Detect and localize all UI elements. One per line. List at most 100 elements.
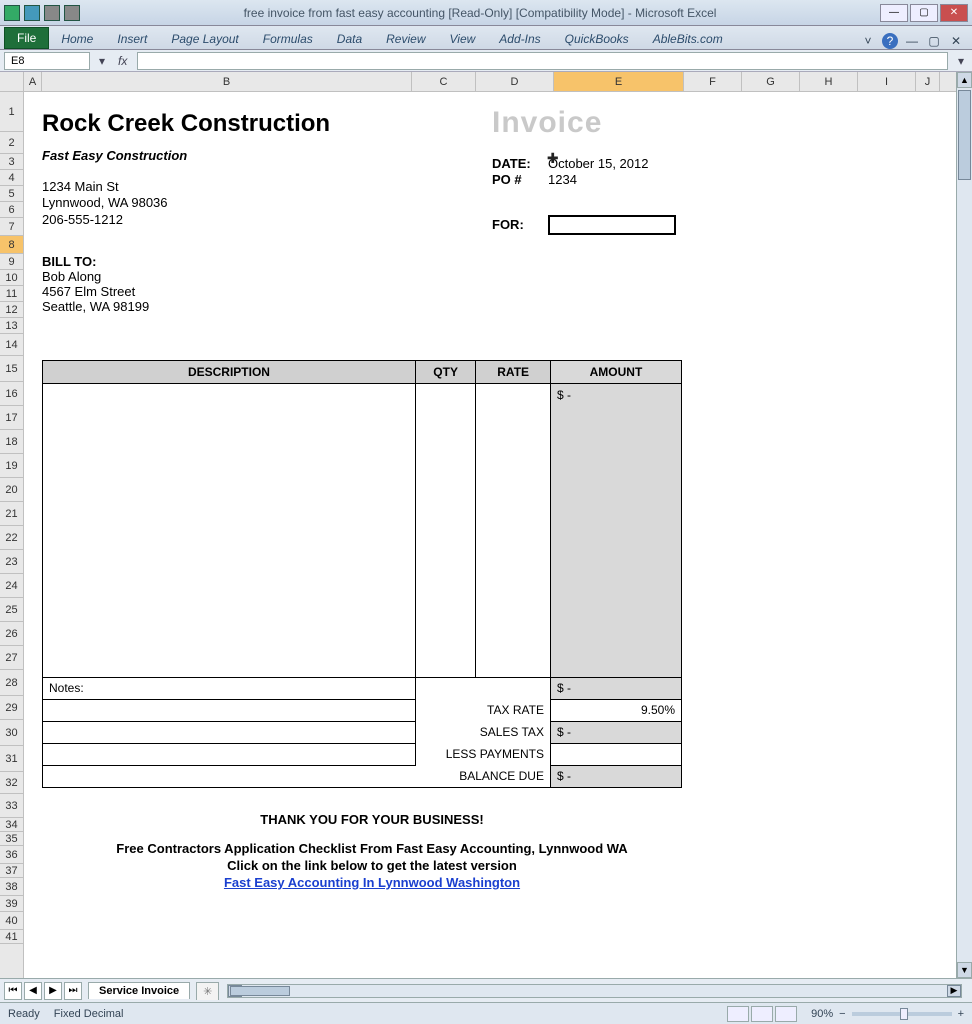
- col-header[interactable]: C: [412, 72, 476, 91]
- fx-icon[interactable]: fx: [114, 54, 131, 68]
- row-header[interactable]: 4: [0, 170, 23, 186]
- selected-cell[interactable]: [548, 215, 676, 235]
- col-header[interactable]: B: [42, 72, 412, 91]
- minimize-button[interactable]: —: [880, 4, 908, 22]
- scroll-down-icon[interactable]: ▼: [957, 962, 972, 978]
- col-header[interactable]: G: [742, 72, 800, 91]
- zoom-slider[interactable]: [852, 1012, 952, 1016]
- vertical-scrollbar[interactable]: ▲ ▼: [956, 72, 972, 978]
- row-header[interactable]: 1: [0, 92, 23, 132]
- row-header[interactable]: 41: [0, 930, 23, 944]
- row-header[interactable]: 7: [0, 218, 23, 236]
- row-header[interactable]: 24: [0, 574, 23, 598]
- tab-formulas[interactable]: Formulas: [251, 29, 325, 49]
- name-box[interactable]: E8: [4, 52, 90, 70]
- row-header[interactable]: 31: [0, 746, 23, 772]
- scroll-up-icon[interactable]: ▲: [957, 72, 972, 88]
- row-header[interactable]: 19: [0, 454, 23, 478]
- tab-review[interactable]: Review: [374, 29, 437, 49]
- row-header[interactable]: 34: [0, 818, 23, 832]
- workbook-minimize-icon[interactable]: —: [904, 33, 920, 49]
- maximize-button[interactable]: ▢: [910, 4, 938, 22]
- col-header[interactable]: E: [554, 72, 684, 91]
- tab-nav-prev-icon[interactable]: ◀: [24, 982, 42, 1000]
- row-header[interactable]: 35: [0, 832, 23, 846]
- row-header[interactable]: 29: [0, 696, 23, 720]
- zoom-out-icon[interactable]: −: [839, 1008, 845, 1020]
- save-icon[interactable]: [24, 5, 40, 21]
- tab-nav-last-icon[interactable]: ⏭: [64, 982, 82, 1000]
- col-header[interactable]: F: [684, 72, 742, 91]
- row-header[interactable]: 18: [0, 430, 23, 454]
- redo-icon[interactable]: [64, 5, 80, 21]
- undo-icon[interactable]: [44, 5, 60, 21]
- row-header[interactable]: 16: [0, 382, 23, 406]
- col-header[interactable]: H: [800, 72, 858, 91]
- row-header[interactable]: 11: [0, 286, 23, 302]
- row-header[interactable]: 2: [0, 132, 23, 154]
- tab-page-layout[interactable]: Page Layout: [159, 29, 250, 49]
- view-normal-icon[interactable]: [727, 1006, 749, 1022]
- row-header[interactable]: 36: [0, 846, 23, 864]
- name-box-dropdown-icon[interactable]: ▾: [96, 54, 108, 68]
- help-icon[interactable]: ?: [882, 33, 898, 49]
- col-header[interactable]: A: [24, 72, 42, 91]
- view-page-layout-icon[interactable]: [751, 1006, 773, 1022]
- tab-home[interactable]: Home: [49, 29, 105, 49]
- tab-nav-first-icon[interactable]: ⏮: [4, 982, 22, 1000]
- tab-quickbooks[interactable]: QuickBooks: [553, 29, 641, 49]
- formula-input[interactable]: [137, 52, 948, 70]
- workbook-close-icon[interactable]: ✕: [948, 33, 964, 49]
- col-header[interactable]: I: [858, 72, 916, 91]
- row-header[interactable]: 17: [0, 406, 23, 430]
- row-header[interactable]: 25: [0, 598, 23, 622]
- row-header[interactable]: 39: [0, 896, 23, 912]
- zoom-knob[interactable]: [900, 1008, 908, 1020]
- tab-data[interactable]: Data: [325, 29, 374, 49]
- tab-view[interactable]: View: [438, 29, 488, 49]
- row-header[interactable]: 27: [0, 646, 23, 670]
- tab-add-ins[interactable]: Add-Ins: [487, 29, 552, 49]
- workbook-restore-icon[interactable]: ▢: [926, 33, 942, 49]
- hscroll-thumb[interactable]: [230, 986, 290, 996]
- sheet-tab-active[interactable]: Service Invoice: [88, 982, 190, 999]
- row-header[interactable]: 30: [0, 720, 23, 746]
- tab-ablebits[interactable]: AbleBits.com: [641, 29, 735, 49]
- formula-bar-expand-icon[interactable]: ▾: [954, 54, 968, 68]
- row-header[interactable]: 20: [0, 478, 23, 502]
- row-header[interactable]: 15: [0, 356, 23, 382]
- row-header[interactable]: 13: [0, 318, 23, 334]
- hscroll-right-icon[interactable]: ▶: [947, 985, 961, 997]
- row-header[interactable]: 6: [0, 202, 23, 218]
- select-all-corner[interactable]: [0, 72, 23, 92]
- row-header[interactable]: 37: [0, 864, 23, 878]
- row-header[interactable]: 32: [0, 772, 23, 794]
- row-header[interactable]: 10: [0, 270, 23, 286]
- row-header[interactable]: 14: [0, 334, 23, 356]
- new-sheet-icon[interactable]: ✳: [196, 982, 219, 1000]
- vscroll-thumb[interactable]: [958, 90, 971, 180]
- row-header[interactable]: 12: [0, 302, 23, 318]
- col-header[interactable]: J: [916, 72, 940, 91]
- close-button[interactable]: ✕: [940, 4, 968, 22]
- row-header[interactable]: 3: [0, 154, 23, 170]
- ribbon-minimize-icon[interactable]: ˅: [860, 33, 876, 49]
- col-header[interactable]: D: [476, 72, 554, 91]
- row-header[interactable]: 8: [0, 236, 23, 254]
- sheet-canvas[interactable]: Rock Creek Construction Fast Easy Constr…: [24, 92, 956, 978]
- zoom-in-icon[interactable]: +: [958, 1008, 964, 1020]
- row-header[interactable]: 23: [0, 550, 23, 574]
- view-page-break-icon[interactable]: [775, 1006, 797, 1022]
- row-header[interactable]: 9: [0, 254, 23, 270]
- row-header[interactable]: 40: [0, 912, 23, 930]
- row-header[interactable]: 28: [0, 670, 23, 696]
- horizontal-scrollbar[interactable]: ◀ ▶: [227, 984, 962, 998]
- row-header[interactable]: 5: [0, 186, 23, 202]
- row-header[interactable]: 33: [0, 794, 23, 818]
- tab-insert[interactable]: Insert: [105, 29, 159, 49]
- file-tab[interactable]: File: [4, 27, 49, 49]
- promo-link[interactable]: Fast Easy Accounting In Lynnwood Washing…: [224, 875, 520, 890]
- row-header[interactable]: 22: [0, 526, 23, 550]
- row-header[interactable]: 26: [0, 622, 23, 646]
- row-header[interactable]: 21: [0, 502, 23, 526]
